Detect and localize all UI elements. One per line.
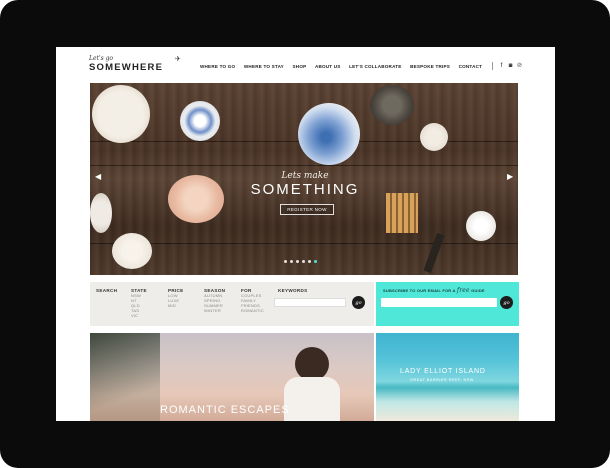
instagram-icon[interactable]: ◙ [506, 62, 515, 70]
subscribe-free-script: free [456, 287, 470, 294]
scissors-image [423, 232, 445, 274]
tile-title-romantic-escapes: ROMANTIC ESCAPES [160, 404, 290, 416]
nav-where-to-go[interactable]: WHERE TO GO [200, 64, 235, 69]
logo-main: SOMEWHERE [89, 62, 164, 73]
nav-about-us[interactable]: ABOUT US [315, 64, 341, 69]
register-now-button[interactable]: REGISTER NOW [280, 204, 334, 215]
filter-for-list: COUPLES FAMILY FRIENDS ROMANTIC [241, 293, 264, 314]
search-filters: SEARCH STATE NSW NT QLD TAS VIC PRICE LO… [90, 282, 374, 326]
keywords-input[interactable] [274, 298, 346, 307]
tile-title-lady-elliot-island: LADY ELLIOT ISLAND [400, 368, 486, 375]
blue-glaze-plate-image [298, 103, 360, 165]
keywords-label: KEYWORDS [278, 288, 308, 293]
subscribe-text-end: GUIDE [471, 288, 485, 293]
slide-dot[interactable] [302, 260, 305, 263]
wooden-pegs-image [386, 193, 418, 233]
search-go-button[interactable]: go [352, 296, 365, 309]
slide-dot[interactable] [296, 260, 299, 263]
nav-lets-collaborate[interactable]: LET'S COLLABORATE [349, 64, 401, 69]
filter-season-list: AUTUMN SPRING SUMMER WINTER [204, 293, 223, 314]
social-divider [492, 62, 493, 70]
main-nav: WHERE TO GO WHERE TO STAY SHOP ABOUT US … [200, 64, 491, 69]
filter-option[interactable]: MID [168, 303, 179, 309]
hero-title: SOMETHING [250, 181, 360, 198]
nav-contact[interactable]: CONTACT [459, 64, 483, 69]
speckled-bowl-image [92, 85, 150, 143]
next-slide-arrow-icon[interactable]: ▶ [507, 172, 513, 181]
side-bowl-image [90, 193, 112, 233]
tile-subtitle-great-barrier-reef: GREAT BARRIER REEF, NSW [410, 378, 474, 382]
hero-slider: Lets make SOMETHING REGISTER NOW ◀ ▶ [90, 83, 518, 275]
filter-option[interactable]: WINTER [204, 308, 223, 314]
woman-hair-image [295, 347, 329, 381]
logo-script: Let's go [89, 55, 114, 62]
website-screen: Let's go SOMEWHERE ✈ WHERE TO GO WHERE T… [56, 47, 555, 421]
woman-figure-image [284, 377, 340, 421]
filter-state-list: NSW NT QLD TAS VIC [131, 293, 141, 319]
lady-elliot-island-tile[interactable]: LADY ELLIOT ISLAND GREAT BARRIER REEF, N… [376, 333, 519, 421]
prev-slide-arrow-icon[interactable]: ◀ [95, 172, 101, 181]
social-links: f ◙ ℗ [492, 62, 524, 70]
facebook-icon[interactable]: f [497, 62, 506, 70]
slide-dot[interactable] [308, 260, 311, 263]
airplane-icon: ✈ [175, 56, 181, 63]
romantic-escapes-tile[interactable]: ROMANTIC ESCAPES [90, 333, 374, 421]
dark-jar-image [370, 85, 414, 125]
filter-option[interactable]: VIC [131, 313, 141, 319]
slide-indicators [284, 260, 317, 263]
search-label: SEARCH [96, 288, 118, 293]
pinterest-icon[interactable]: ℗ [515, 62, 524, 70]
nav-shop[interactable]: SHOP [293, 64, 307, 69]
blue-pattern-bowl-image [180, 101, 220, 141]
filter-price-list: LOW LUXE MID [168, 293, 179, 309]
nav-where-to-stay[interactable]: WHERE TO STAY [244, 64, 284, 69]
subscribe-go-button[interactable]: go [500, 296, 513, 309]
plank-seam [90, 165, 518, 166]
site-header: Let's go SOMEWHERE ✈ WHERE TO GO WHERE T… [56, 47, 555, 83]
email-input[interactable] [381, 298, 497, 307]
site-logo[interactable]: Let's go SOMEWHERE ✈ [89, 55, 181, 73]
slide-dot-active[interactable] [314, 260, 317, 263]
hero-script: Lets make [281, 171, 329, 181]
tablet-frame: Let's go SOMEWHERE ✈ WHERE TO GO WHERE T… [0, 0, 610, 468]
hero-caption: Lets make SOMETHING [240, 171, 370, 198]
subscribe-label: SUBSCRIBE TO OUR EMAIL FOR A free GUIDE [383, 287, 485, 294]
subscribe-box: SUBSCRIBE TO OUR EMAIL FOR A free GUIDE … [376, 282, 519, 326]
nav-bespoke-trips[interactable]: BESPOKE TRIPS [410, 64, 450, 69]
filter-option[interactable]: ROMANTIC [241, 308, 264, 314]
peach-bowl-image [168, 175, 224, 223]
subscribe-text: SUBSCRIBE TO OUR EMAIL FOR A [383, 288, 456, 293]
twine-ball-image [466, 211, 496, 241]
palm-trees-image [90, 333, 160, 421]
flower-dish-image [420, 123, 448, 151]
plank-seam [90, 243, 518, 244]
slide-dot[interactable] [290, 260, 293, 263]
small-speckled-bowl-image [112, 233, 152, 269]
slide-dot[interactable] [284, 260, 287, 263]
